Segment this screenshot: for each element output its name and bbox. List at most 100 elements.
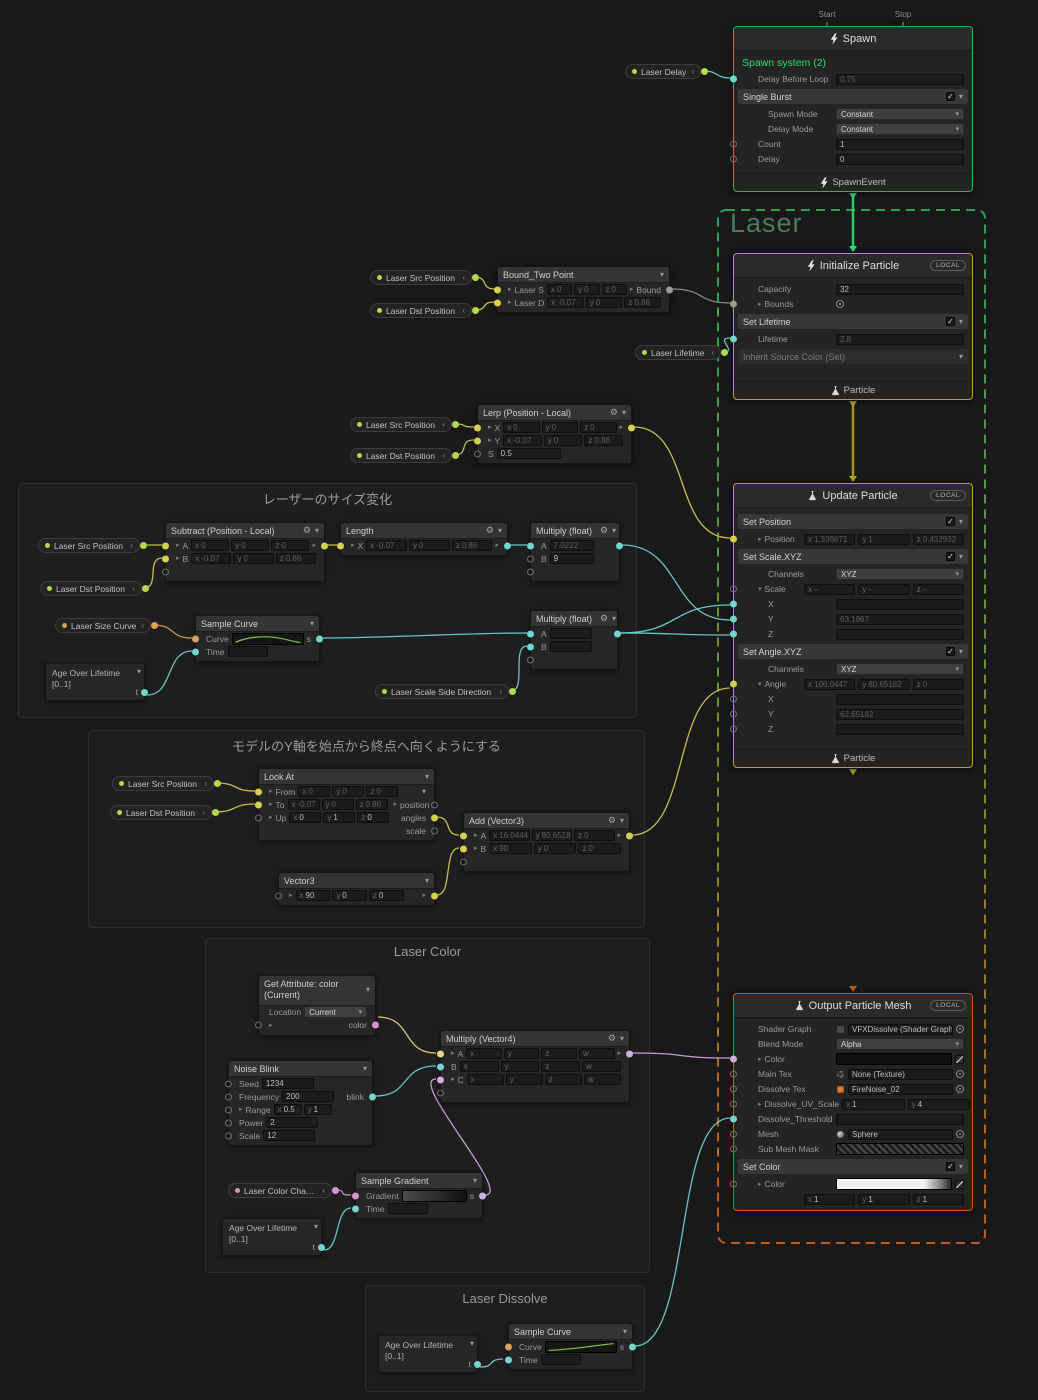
field-x[interactable]: x – (804, 583, 856, 595)
port-x-in[interactable] (730, 600, 737, 608)
param-out-port[interactable] (151, 621, 158, 629)
value-field-dissolve-threshold[interactable] (836, 1113, 964, 1125)
port-dissolve-threshold-in[interactable] (730, 1115, 737, 1123)
value-field-x[interactable] (836, 598, 964, 610)
field-y[interactable]: y – (858, 583, 910, 595)
port-seed-in[interactable] (225, 1080, 232, 1087)
port-main-tex-in[interactable] (730, 1070, 737, 1078)
port-dissolve-uv-scale-in[interactable] (730, 1100, 737, 1108)
settings-gear-icon[interactable]: ⚙ (610, 407, 618, 418)
object-picker-icon[interactable] (956, 1085, 964, 1093)
field-x[interactable]: x0 (503, 422, 540, 433)
collapse-chevron-icon[interactable]: ‹ (462, 273, 465, 282)
port-color-in[interactable] (730, 1055, 737, 1063)
node-header[interactable]: Subtract (Position - Local) ⚙ ▾ (166, 523, 324, 539)
param-out-port[interactable] (212, 808, 219, 816)
port-laser-s-in[interactable] (494, 286, 501, 293)
port-item-in[interactable] (527, 568, 534, 575)
param-out-port[interactable] (452, 451, 459, 459)
field-y[interactable]: y0 (332, 786, 365, 797)
node-header[interactable]: Lerp (Position - Local) ⚙ ▾ (478, 405, 631, 421)
field-x[interactable]: x1 (842, 1098, 905, 1110)
field-y[interactable]: y (503, 1048, 540, 1059)
node-header[interactable]: Get Attribute: color (Current) ▾ (259, 976, 375, 1006)
edge-bound-two-point-to-initialize-bounds[interactable] (670, 288, 732, 304)
collapse-chevron-icon[interactable]: ‹ (442, 420, 445, 429)
expand-arrow-icon[interactable]: ▸ (758, 536, 762, 543)
section-set-position[interactable]: Set Position ✓ ▾ (738, 514, 968, 529)
pill-laser-size-curve-8[interactable]: Laser Size Curve ‹ (55, 618, 158, 633)
value-field-y[interactable]: 62.65182 (836, 708, 964, 720)
port-out-out[interactable] (431, 892, 438, 899)
value-field[interactable] (540, 1354, 581, 1365)
context-footer[interactable]: Particle (734, 749, 972, 767)
port-b-in[interactable] (527, 555, 534, 562)
field-x[interactable]: x1 (804, 1193, 856, 1205)
collapse-chevron-icon[interactable]: ▾ (470, 1339, 474, 1348)
context-header[interactable]: Initialize Particle LOCAL (734, 254, 972, 278)
field-x[interactable]: x -0.07 (503, 435, 542, 446)
collapse-arrow-icon[interactable]: ▾ (758, 586, 762, 593)
port-a-in[interactable] (162, 542, 169, 549)
node-header[interactable]: Vector3 ▾ (279, 873, 434, 889)
edge-lerp-to-update-set-position[interactable] (633, 426, 731, 539)
checkbox[interactable]: ✓ (945, 317, 955, 326)
field-y[interactable]: y0 (233, 553, 274, 564)
port-b-in[interactable] (527, 643, 534, 650)
expand-arrow-icon[interactable]: ▸ (269, 814, 273, 821)
port-blink-out[interactable] (369, 1093, 376, 1100)
field-z[interactable]: z 0.86 (624, 297, 662, 308)
expand-arrow-icon[interactable]: ▸ (269, 788, 273, 795)
port-x-in[interactable] (474, 424, 481, 431)
field-x[interactable]: x (459, 1061, 499, 1072)
collapse-chevron-icon[interactable]: ▾ (620, 816, 624, 825)
value-field[interactable] (227, 646, 268, 657)
node-header[interactable]: Multiply (float) ⚙ ▾ (531, 523, 619, 539)
param-out-port[interactable] (472, 306, 479, 314)
port-range-in[interactable] (225, 1106, 232, 1113)
field-x[interactable]: x -0.07 (547, 297, 584, 308)
expand-arrow-icon[interactable]: ▸ (488, 424, 492, 431)
pill-laser-src-position-6[interactable]: Laser Src Position ‹ (38, 538, 147, 553)
checkbox[interactable]: ✓ (945, 517, 955, 526)
value-field[interactable]: 1234 (261, 1078, 314, 1089)
port-out-out[interactable] (626, 1050, 633, 1057)
settings-gear-icon[interactable]: ⚙ (608, 1033, 616, 1044)
space-chevron-icon[interactable]: ▾ (422, 787, 426, 796)
port-y-in[interactable] (730, 710, 737, 718)
bar-color[interactable] (836, 1053, 952, 1065)
port-t-out[interactable] (474, 1360, 481, 1368)
port-color-out[interactable] (372, 1021, 379, 1029)
port-item-in[interactable] (460, 858, 467, 865)
field-y[interactable]: y0 (533, 843, 577, 854)
object-field-main-tex[interactable]: None (Texture) (848, 1068, 953, 1080)
field-y[interactable]: y0 (574, 284, 600, 295)
field-w[interactable]: w (583, 1074, 622, 1085)
settings-gear-icon[interactable]: ⚙ (486, 525, 494, 536)
collapse-chevron-icon[interactable]: ‹ (204, 779, 207, 788)
value-field-z[interactable] (836, 628, 964, 640)
context-footer[interactable]: Particle (734, 381, 972, 399)
field-y[interactable]: y1 (323, 812, 356, 823)
field-y[interactable]: y0 (231, 540, 270, 551)
settings-gear-icon[interactable]: ⚙ (303, 525, 311, 536)
port-position-out[interactable] (431, 801, 438, 808)
pill-laser-dst-position-11[interactable]: Laser Dst Position ‹ (110, 805, 219, 820)
value-field[interactable]: 12 (263, 1130, 316, 1141)
dropdown-channels[interactable]: XYZ ▾ (836, 663, 964, 675)
collapse-chevron-icon[interactable]: ▾ (498, 526, 502, 535)
collapse-chevron-icon[interactable]: ▾ (366, 985, 370, 995)
pill-laser-color-change-12[interactable]: Laser Color Change ‹ (228, 1183, 339, 1198)
port-y-in[interactable] (730, 615, 737, 623)
node-header[interactable]: Length ⚙ ▾ (341, 523, 507, 539)
collapse-chevron-icon[interactable]: ▾ (363, 1064, 367, 1073)
param-out-port[interactable] (472, 273, 479, 281)
field-z[interactable]: z0 (578, 843, 622, 854)
pill-laser-src-position-10[interactable]: Laser Src Position ‹ (112, 776, 221, 791)
port-laser-d-in[interactable] (494, 299, 501, 306)
port-z-in[interactable] (730, 630, 737, 638)
field-z[interactable]: z (541, 1061, 581, 1072)
field-z[interactable]: z (544, 1074, 582, 1085)
port-out-out[interactable] (616, 542, 623, 549)
expand-arrow-icon[interactable]: ▸ (451, 1076, 455, 1083)
